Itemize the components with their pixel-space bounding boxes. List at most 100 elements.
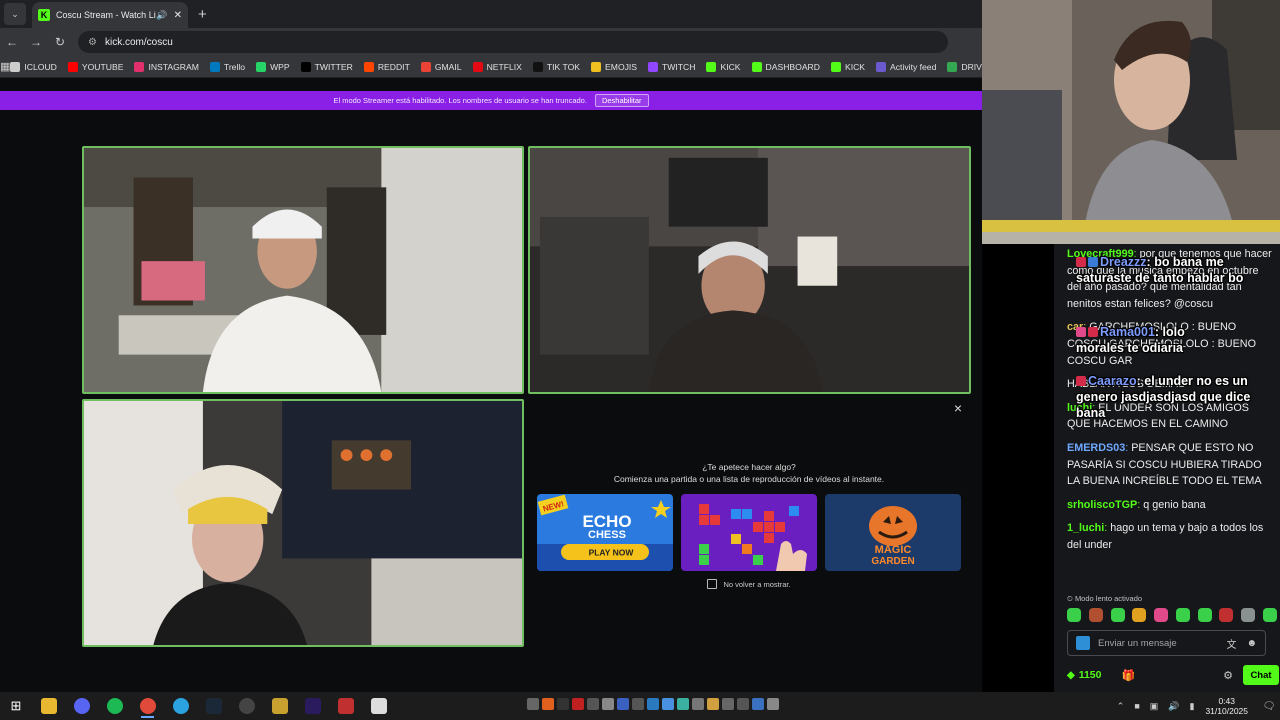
- bookmark-item[interactable]: KICK: [706, 61, 741, 72]
- tray-icon[interactable]: [647, 698, 659, 710]
- emote-icon[interactable]: [1197, 608, 1212, 622]
- bookmark-item[interactable]: YOUTUBE: [67, 61, 123, 72]
- game-card-magic-garden[interactable]: MAGIC GARDEN: [825, 494, 961, 571]
- chat-message-input[interactable]: Enviar un mensaje 文 ☻: [1067, 630, 1266, 656]
- bookmark-item[interactable]: TWITTER: [300, 61, 353, 72]
- bookmark-item[interactable]: REDDIT: [363, 61, 410, 72]
- tray-icon[interactable]: [527, 698, 539, 710]
- obs-icon[interactable]: [230, 692, 263, 720]
- clock[interactable]: 0:43 31/10/2025: [1205, 696, 1248, 716]
- browser-tab[interactable]: K Coscu Stream - Watch Live 🔊 ✕: [32, 2, 188, 28]
- chat-username[interactable]: EMERDS03: [1067, 442, 1125, 454]
- bookmark-item[interactable]: INSTAGRAM: [134, 61, 199, 72]
- channel-points[interactable]: ◆ 1150: [1067, 669, 1101, 681]
- tray-icon[interactable]: [557, 698, 569, 710]
- chevron-up-icon[interactable]: ⌃: [1117, 701, 1125, 712]
- chrome-icon[interactable]: [131, 692, 164, 720]
- tray-icon[interactable]: [662, 698, 674, 710]
- bookmark-item[interactable]: Trello: [209, 61, 245, 72]
- tray-icon[interactable]: [737, 698, 749, 710]
- tray-icon[interactable]: [572, 698, 584, 710]
- dont-show-again-row[interactable]: No volver a mostrar.: [526, 579, 972, 589]
- premiere-icon[interactable]: [296, 692, 329, 720]
- video-feed-1[interactable]: [82, 146, 524, 394]
- windows-start-icon[interactable]: ⊞: [0, 698, 32, 714]
- tray-app-icon[interactable]: ■: [1134, 701, 1139, 711]
- slow-mode-text: Modo lento activado: [1074, 594, 1143, 603]
- network-icon[interactable]: ▣: [1150, 701, 1159, 712]
- bookmark-item[interactable]: WPP: [256, 61, 290, 72]
- apps-grid-icon[interactable]: ▦: [0, 60, 10, 73]
- emote-icon[interactable]: [1154, 608, 1169, 622]
- emote-icon[interactable]: [1175, 608, 1190, 622]
- emote-icon[interactable]: [1110, 608, 1125, 622]
- tray-icon[interactable]: [722, 698, 734, 710]
- chat-settings-icon[interactable]: ⚙: [1223, 669, 1233, 682]
- sub-badge-icon: [1076, 376, 1086, 386]
- tray-icon[interactable]: [617, 698, 629, 710]
- tab-close-icon[interactable]: ✕: [174, 10, 182, 21]
- bookmark-item[interactable]: KICK: [830, 61, 865, 72]
- bookmark-item[interactable]: TIK TOK: [532, 61, 580, 72]
- volume-icon[interactable]: 🔊: [1168, 701, 1179, 712]
- audio-icon[interactable]: 🔊: [156, 10, 167, 21]
- dont-show-again-checkbox[interactable]: [707, 579, 718, 589]
- bookmark-item[interactable]: ICLOUD: [10, 61, 57, 72]
- url-input[interactable]: ⚙ kick.com/coscu: [78, 31, 948, 53]
- disable-streamer-mode-button[interactable]: Deshabilitar: [594, 94, 649, 107]
- tray-icon[interactable]: [677, 698, 689, 710]
- emote-icon[interactable]: [1241, 608, 1256, 622]
- tray-icon[interactable]: [542, 698, 554, 710]
- emote-icon[interactable]: [1067, 608, 1081, 622]
- tab-title: Coscu Stream - Watch Live: [56, 10, 157, 20]
- tray-icon[interactable]: [767, 698, 779, 710]
- streamer-webcam-image: [982, 0, 1280, 244]
- app-icon[interactable]: [329, 692, 362, 720]
- spotify-icon[interactable]: [98, 692, 131, 720]
- emote-icon[interactable]: [1088, 608, 1103, 622]
- bookmark-item[interactable]: TWITCH: [648, 61, 695, 72]
- file-explorer-icon[interactable]: [32, 692, 65, 720]
- steam-icon[interactable]: [197, 692, 230, 720]
- tray-icon[interactable]: [602, 698, 614, 710]
- emoji-icon[interactable]: ☻: [1246, 638, 1257, 649]
- site-info-icon[interactable]: ⚙: [88, 37, 97, 48]
- bookmark-item[interactable]: Activity feed: [876, 61, 936, 72]
- emote-icon[interactable]: [1132, 608, 1147, 622]
- kick-emote-picker-icon[interactable]: [1076, 636, 1090, 650]
- game-card-block-puzzle[interactable]: [681, 494, 817, 571]
- forward-icon[interactable]: →: [24, 35, 48, 49]
- close-icon[interactable]: ×: [954, 400, 962, 416]
- tab-search-button[interactable]: ⌄: [4, 3, 26, 25]
- tray-icon[interactable]: [587, 698, 599, 710]
- back-icon[interactable]: ←: [0, 35, 24, 49]
- bookmark-item[interactable]: EMOJIS: [591, 61, 637, 72]
- chat-username[interactable]: 1_luchi: [1067, 522, 1104, 534]
- tray-icon[interactable]: [707, 698, 719, 710]
- video-feed-2[interactable]: [528, 146, 971, 394]
- game-card-echo-chess[interactable]: ECHO CHESS NEW! PLAY NOW: [537, 494, 673, 571]
- bookmark-item[interactable]: GMAIL: [420, 61, 462, 72]
- bookmark-item[interactable]: NETFLIX: [472, 61, 522, 72]
- bookmark-item[interactable]: DASHBOARD: [751, 61, 820, 72]
- tray-icon[interactable]: [632, 698, 644, 710]
- tray-icon[interactable]: [752, 698, 764, 710]
- tray-icon[interactable]: [692, 698, 704, 710]
- video-feed-3[interactable]: [82, 399, 524, 647]
- new-tab-button[interactable]: +: [198, 6, 207, 23]
- app-icon[interactable]: [263, 692, 296, 720]
- gift-icon[interactable]: 🎁: [1121, 669, 1135, 682]
- app-icon[interactable]: [362, 692, 395, 720]
- discord-icon[interactable]: [65, 692, 98, 720]
- bookmark-item[interactable]: DRIVE: [947, 61, 982, 72]
- translate-icon[interactable]: 文: [1226, 636, 1236, 651]
- telegram-icon[interactable]: [164, 692, 197, 720]
- echo-chess-title-line2: CHESS: [588, 529, 626, 541]
- chat-username[interactable]: srholiscoTGP: [1067, 499, 1137, 511]
- send-chat-button[interactable]: Chat: [1243, 665, 1279, 685]
- reload-icon[interactable]: ↻: [48, 35, 72, 49]
- emote-icon[interactable]: [1219, 608, 1234, 622]
- notification-icon[interactable]: 🗨: [1258, 701, 1280, 712]
- emote-icon[interactable]: [1262, 608, 1277, 622]
- battery-icon[interactable]: ▮: [1190, 701, 1195, 712]
